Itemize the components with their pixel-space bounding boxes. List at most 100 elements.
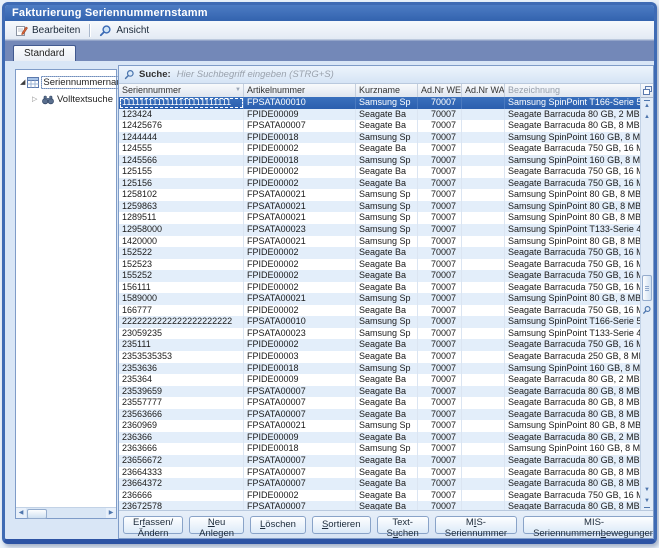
table-row[interactable]: 23059235FPSATA00023Samsung Sp70007Samsun… — [119, 328, 640, 340]
magnifier-icon — [99, 24, 112, 37]
table-row[interactable]: 156111FPIDE00002Seagate Ba70007Seagate B… — [119, 282, 640, 294]
table-cell: 23664333 — [119, 467, 244, 479]
tree-collapsed-icon[interactable]: ▷ — [32, 96, 40, 104]
table-row[interactable]: 166777FPIDE00002Seagate Ba70007Seagate B… — [119, 305, 640, 317]
table-row[interactable]: 23557777FPSATA00007Seagate Ba70007Seagat… — [119, 397, 640, 409]
table-row[interactable]: 152523FPIDE00002Seagate Ba70007Seagate B… — [119, 259, 640, 271]
table-row[interactable]: 125155FPIDE00002Seagate Ba70007Seagate B… — [119, 166, 640, 178]
table-row[interactable]: 23664333FPSATA00007Seagate Ba70007Seagat… — [119, 467, 640, 479]
scroll-to-top-icon[interactable]: ▲ — [644, 100, 650, 112]
table-row[interactable]: 2353636FPIDE00018Samsung Sp70007Samsung … — [119, 363, 640, 375]
table-row[interactable]: 1589000FPSATA00021Samsung Sp70007Samsung… — [119, 293, 640, 305]
table-cell: 70007 — [418, 328, 462, 340]
window-titlebar[interactable]: Fakturierung Seriennummernstamm — [5, 5, 654, 21]
table-row[interactable]: 235111FPIDE00002Seagate Ba70007Seagate B… — [119, 339, 640, 351]
table-row[interactable]: 152522FPIDE00002Seagate Ba70007Seagate B… — [119, 247, 640, 259]
tree-hscroll-thumb[interactable] — [27, 509, 47, 519]
table-row[interactable]: 1258102FPSATA00021Samsung Sp70007Samsung… — [119, 189, 640, 201]
action-button-2[interactable]: Löschen — [250, 516, 306, 534]
column-header-1[interactable]: Artikelnummer — [244, 84, 356, 97]
scroll-left-icon[interactable]: ◀ — [16, 508, 26, 518]
table-row[interactable]: 125156FPIDE00002Seagate Ba70007Seagate B… — [119, 178, 640, 190]
action-button-1[interactable]: Neu Anlegen — [189, 516, 244, 534]
table-cell: 70007 — [418, 201, 462, 213]
column-header-0[interactable]: Seriennummer▼ — [119, 84, 244, 97]
table-cell: 70007 — [418, 316, 462, 328]
tree-item-volltextsuche[interactable]: ▷ Volltextsuche — [32, 94, 116, 105]
tree-expanded-icon[interactable]: ◢ — [20, 79, 25, 87]
table-cell: FPIDE00002 — [244, 282, 356, 294]
table-row[interactable]: 23656672FPSATA00007Seagate Ba70007Seagat… — [119, 455, 640, 467]
table-cell: FPSATA00007 — [244, 120, 356, 132]
table-row[interactable]: 236366FPIDE00009Seagate Ba70007Seagate B… — [119, 432, 640, 444]
table-row[interactable]: 123424FPIDE00009Seagate Ba70007Seagate B… — [119, 109, 640, 121]
grid-vertical-scrollbar[interactable]: ▲ ▲ ▼ ▼ — [640, 84, 653, 510]
table-cell: Seagate Barracuda 750 GB, 16 MB, 7200 — [505, 305, 640, 317]
scroll-right-icon[interactable]: ▶ — [106, 508, 116, 518]
table-row[interactable]: 2222222222222222222222FPSATA00010Samsung… — [119, 316, 640, 328]
table-row[interactable]: 124555FPIDE00002Seagate Ba70007Seagate B… — [119, 143, 640, 155]
ansicht-button[interactable]: Ansicht — [93, 21, 155, 39]
table-row[interactable]: 23672578FPSATA00007Seagate Ba70007Seagat… — [119, 501, 640, 510]
table-cell: Samsung SpinPoint 160 GB, 8 MB, 7200 — [505, 132, 640, 144]
scrollbar-thumb[interactable] — [642, 275, 652, 301]
table-row[interactable]: 23563666FPSATA00007Seagate Ba70007Seagat… — [119, 409, 640, 421]
table-row[interactable]: 235364FPIDE00009Seagate Ba70007Seagate B… — [119, 374, 640, 386]
table-row[interactable]: 2363666FPIDE00018Samsung Sp70007Samsung … — [119, 443, 640, 455]
scrollbar-magnifier-icon[interactable] — [642, 305, 652, 315]
table-row[interactable]: 23539659FPSATA00007Seagate Ba70007Seagat… — [119, 386, 640, 398]
table-cell: Samsung SpinPoint 160 GB, 8 MB, 7200 — [505, 155, 640, 167]
table-row[interactable]: 1289511FPSATA00021Samsung Sp70007Samsung… — [119, 212, 640, 224]
tree-item-seriennummernauswahl[interactable]: ◢ Seriennummernauswahl — [20, 76, 116, 89]
action-button-0[interactable]: Erfassen/Ändern — [123, 516, 183, 534]
table-row[interactable]: 1245566FPIDE00018Samsung Sp70007Samsung … — [119, 155, 640, 167]
column-header-5[interactable]: Bezeichnung — [505, 84, 640, 97]
tree-hscroll-track[interactable] — [26, 508, 106, 518]
table-row[interactable]: 155252FPIDE00002Seagate Ba70007Seagate B… — [119, 270, 640, 282]
table-row[interactable]: 1420000FPSATA00021Samsung Sp70007Samsung… — [119, 236, 640, 248]
table-row[interactable]: 2360969FPSATA00021Samsung Sp70007Samsung… — [119, 420, 640, 432]
scroll-up-icon[interactable]: ▲ — [641, 112, 653, 123]
sort-indicator-icon[interactable]: ▼ — [235, 84, 241, 97]
table-row[interactable]: 12425676FPSATA00007Seagate Ba70007Seagat… — [119, 120, 640, 132]
scrollbar-track[interactable] — [641, 123, 653, 485]
tree-horizontal-scrollbar[interactable]: ◀ ▶ — [16, 507, 116, 518]
table-cell — [462, 339, 505, 351]
column-header-2[interactable]: Kurzname — [356, 84, 418, 97]
table-cell: Seagate Barracuda 80 GB, 8 MB, 7200, NC — [505, 397, 640, 409]
table-cell: FPSATA00021 — [244, 293, 356, 305]
table-cell: 70007 — [418, 247, 462, 259]
table-row[interactable]: 12958000FPSATA00023Samsung Sp70007Samsun… — [119, 224, 640, 236]
table-cell: Samsung SpinPoint 80 GB, 8 MB, 7200, S- — [505, 212, 640, 224]
table-cell — [462, 351, 505, 363]
column-header-4[interactable]: Ad.Nr WA — [462, 84, 505, 97]
table-cell: Seagate Ba — [356, 409, 418, 421]
screen: Fakturierung Seriennummernstamm Bearbeit… — [0, 0, 659, 548]
bearbeiten-button[interactable]: Bearbeiten — [9, 21, 86, 39]
table-row[interactable]: 236666FPIDE00002Seagate Ba70007Seagate B… — [119, 490, 640, 502]
action-button-5[interactable]: MIS-Seriennummer — [435, 516, 517, 534]
scroll-to-bottom-icon[interactable]: ▼ — [644, 496, 650, 508]
table-cell: Seagate Ba — [356, 270, 418, 282]
column-chooser-button[interactable] — [641, 84, 653, 98]
table-row[interactable]: 23664372FPSATA00007Seagate Ba70007Seagat… — [119, 478, 640, 490]
table-cell: Seagate Ba — [356, 143, 418, 155]
tab-standard[interactable]: Standard — [13, 45, 76, 61]
table-cell — [462, 236, 505, 248]
table-cell: 70007 — [418, 293, 462, 305]
search-input[interactable] — [175, 67, 653, 82]
table-row[interactable]: 1259863FPSATA00021Samsung Sp70007Samsung… — [119, 201, 640, 213]
column-header-3[interactable]: Ad.Nr WE — [418, 84, 462, 97]
action-button-6[interactable]: MIS-Seriennummernbewegungen — [523, 516, 654, 534]
table-cell: 70007 — [418, 339, 462, 351]
table-cell: 2353636 — [119, 363, 244, 375]
table-cell: FPSATA00007 — [244, 501, 356, 510]
table-cell — [462, 178, 505, 190]
table-row[interactable]: 2353535353FPIDE00003Seagate Ba70007Seaga… — [119, 351, 640, 363]
table-cell: Seagate Barracuda 80 GB, 2 MB, 7200 — [505, 109, 640, 121]
scroll-down-icon[interactable]: ▼ — [641, 485, 653, 496]
action-button-3[interactable]: Sortieren — [312, 516, 371, 534]
table-row[interactable]: 1111111111111111111111111FPSATA00010Sams… — [119, 97, 640, 109]
action-button-4[interactable]: Text-Suchen — [377, 516, 429, 534]
table-row[interactable]: 1244444FPIDE00018Samsung Sp70007Samsung … — [119, 132, 640, 144]
